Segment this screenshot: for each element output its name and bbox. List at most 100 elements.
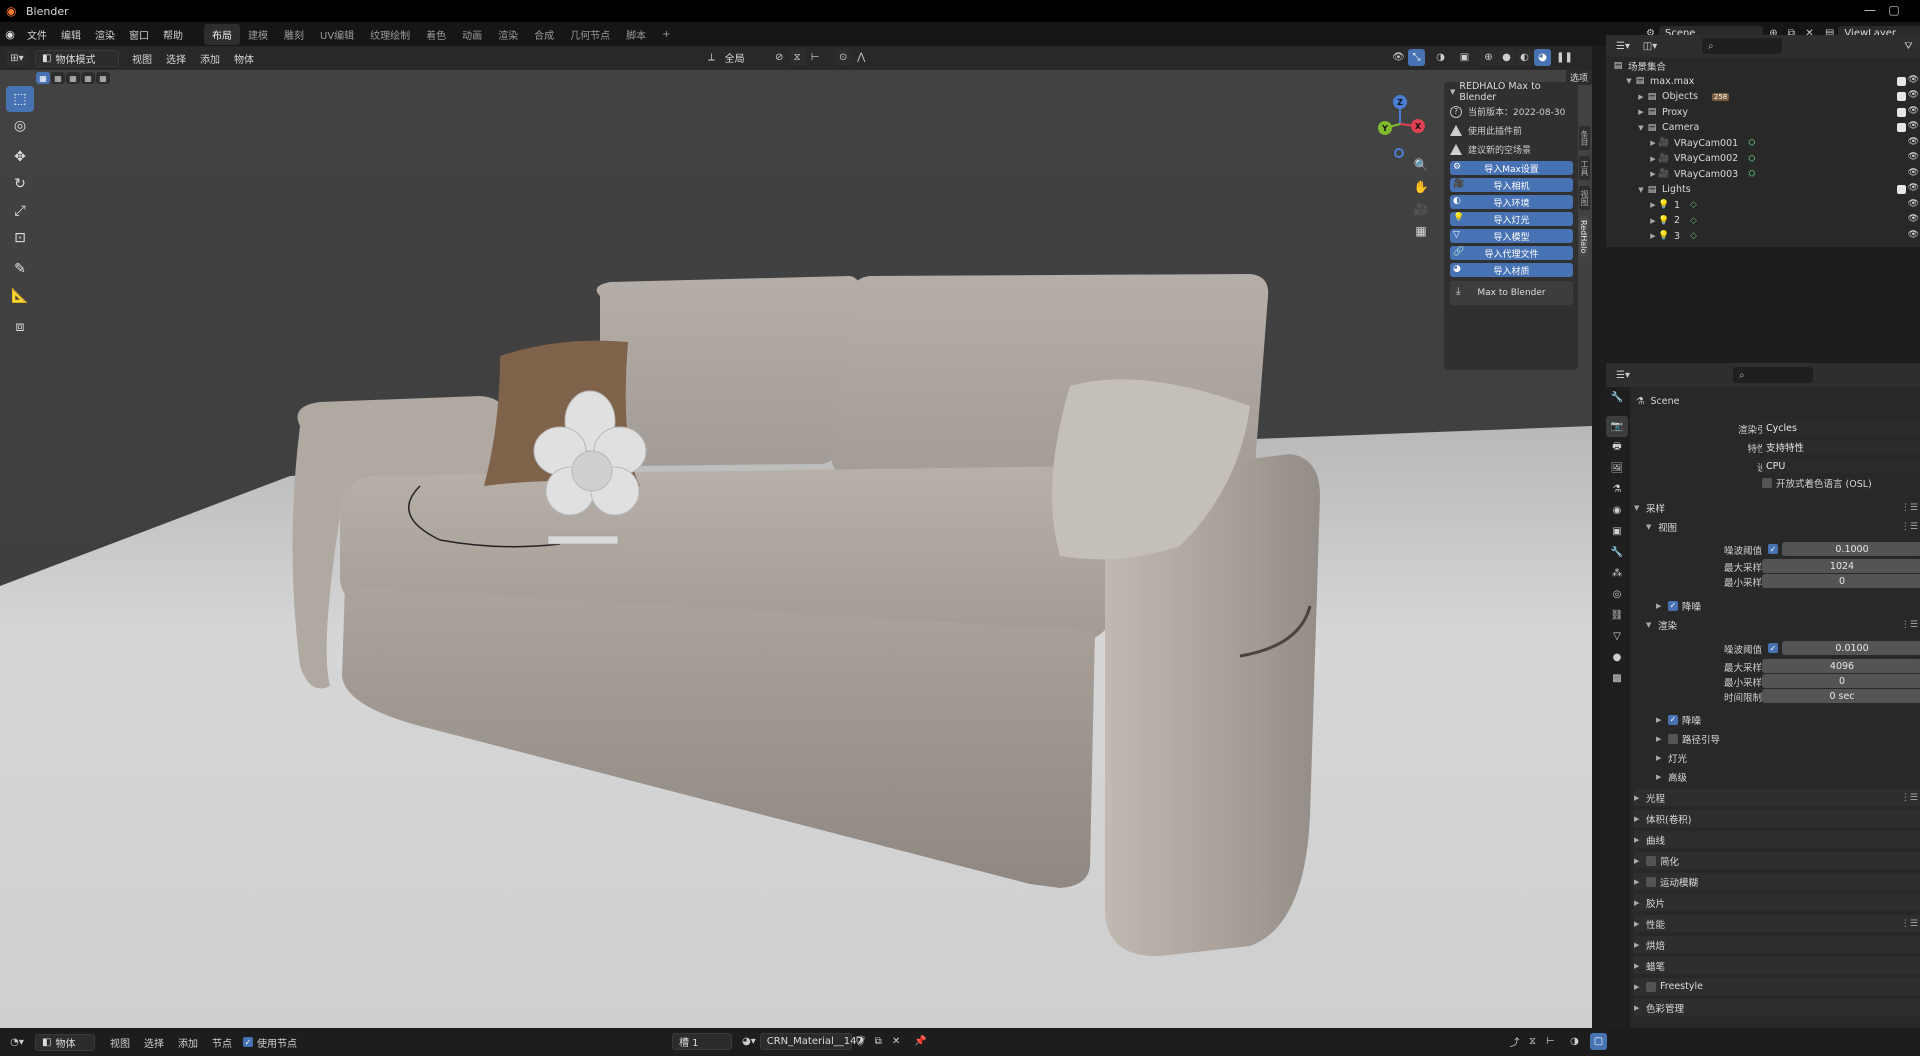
proportional-edit-icon[interactable]: ⊙	[834, 49, 852, 66]
eye-icon[interactable]: 👁	[1908, 168, 1919, 178]
unlink-material-icon[interactable]: ✕	[888, 1033, 905, 1050]
gizmo-neg-z[interactable]	[1394, 148, 1404, 158]
rendered-shading-icon[interactable]: ◕	[1534, 49, 1551, 66]
duplicate-material-icon[interactable]: ⧉	[870, 1033, 887, 1050]
tab-shading[interactable]: 着色	[418, 24, 454, 45]
add-cube-tool-icon[interactable]: ⧈	[6, 314, 34, 340]
particles-tab-icon[interactable]: ⁂	[1606, 563, 1628, 584]
falloff-icon[interactable]: ⋀	[853, 49, 870, 66]
data-tab-icon[interactable]: ▽	[1606, 626, 1628, 647]
render-min-samples-field[interactable]: 0	[1762, 674, 1920, 688]
viewport-min-samples-field[interactable]: 0	[1762, 574, 1920, 588]
annotate-tool-icon[interactable]: ✎	[6, 256, 34, 282]
expand-arrow-icon[interactable]: ▶	[1636, 93, 1646, 101]
expand-arrow-icon[interactable]: ▶	[1648, 170, 1658, 178]
menu-select[interactable]: 选择	[137, 1035, 171, 1050]
section-light-paths[interactable]: ▶ 光程	[1634, 789, 1920, 806]
object-type-selector[interactable]: ◧ 物体	[35, 1033, 95, 1051]
expand-arrow-icon[interactable]: ▶	[1648, 232, 1658, 240]
tab-animation[interactable]: 动画	[454, 24, 490, 45]
section-film[interactable]: ▶ 胶片	[1634, 894, 1920, 911]
section-lights[interactable]: ▶ 灯光	[1656, 749, 1687, 766]
tab-tool[interactable]: 工具	[1579, 156, 1590, 180]
cursor-tool-icon[interactable]: ◎	[6, 113, 34, 139]
section-bake[interactable]: ▶ 烘焙	[1634, 936, 1920, 953]
section-path-guiding[interactable]: ▶ 路径引导	[1656, 730, 1720, 747]
expand-arrow-icon[interactable]: ▶	[1648, 217, 1658, 225]
redhalo-panel-header[interactable]: ▼ REDHALO Max to Blender	[1444, 81, 1578, 103]
minimize-icon[interactable]: —	[1862, 3, 1878, 17]
menu-file[interactable]: 文件	[20, 27, 54, 42]
eye-icon[interactable]: 👁	[1908, 121, 1919, 131]
import-proxy-button[interactable]: 🔗 导入代理文件	[1450, 246, 1573, 260]
menu-node[interactable]: 节点	[205, 1035, 239, 1050]
max-to-blender-button[interactable]: ⤓ Max to Blender	[1450, 281, 1573, 305]
eye-icon[interactable]: 👁	[1908, 214, 1919, 224]
select-box-tool-icon[interactable]: ⬚	[6, 86, 34, 112]
tab-texture-paint[interactable]: 纹理绘制	[362, 24, 418, 45]
simplify-checkbox[interactable]	[1646, 855, 1656, 866]
parent-node-icon[interactable]: ⤴	[1506, 1033, 1523, 1050]
render-noise-threshold-checkbox[interactable]: ✓	[1768, 643, 1778, 653]
snap-target-icon[interactable]: ⊢	[807, 49, 824, 66]
section-sampling[interactable]: ▼ 采样	[1634, 499, 1665, 516]
eye-icon[interactable]: 👁	[1908, 152, 1919, 162]
fake-user-icon[interactable]: 🛡	[852, 1033, 869, 1050]
tab-scripting[interactable]: 脚本	[618, 24, 654, 45]
rotate-tool-icon[interactable]: ↻	[6, 171, 34, 197]
backdrop-icon[interactable]: ▢	[1590, 1033, 1607, 1050]
pivot-point-icon[interactable]: ⊘	[771, 49, 788, 66]
eye-icon[interactable]: 👁	[1908, 106, 1919, 116]
3d-viewport[interactable]: ⊞▾ ◧ 物体模式 视图 选择 添加 物体 ⟂ 全局 ⊘ ⧖ ⊢ ⊙ ⋀ 👁 ⤡ …	[0, 46, 1592, 1028]
exclude-checkbox[interactable]	[1897, 107, 1906, 117]
render-noise-threshold-field[interactable]: 0.0100	[1782, 641, 1920, 655]
tab-rendering[interactable]: 渲染	[490, 24, 526, 45]
texture-tab-icon[interactable]: ▩	[1606, 668, 1628, 689]
select-subtract-icon[interactable]: ▦	[66, 72, 80, 84]
outliner-row[interactable]: ▼ ▤ Camera 👁	[1606, 120, 1920, 136]
tab-sculpting[interactable]: 雕刻	[276, 24, 312, 45]
tab-layout[interactable]: 布局	[204, 23, 240, 45]
tab-view[interactable]: 视图	[1579, 186, 1590, 210]
blender-menu-icon[interactable]: ◉	[0, 28, 20, 41]
preset-list-icon[interactable]: ⋮☰	[1901, 919, 1918, 929]
section-viewport-denoise[interactable]: ▶ ✓ 降噪	[1656, 597, 1701, 614]
eye-icon[interactable]: 👁	[1908, 199, 1919, 209]
section-advanced[interactable]: ▶ 高级	[1656, 768, 1687, 785]
feature-set-dropdown[interactable]: 支持特性	[1762, 440, 1920, 454]
select-intersect-icon[interactable]: ▦	[96, 72, 110, 84]
properties-editor-type-icon[interactable]: ☰▾	[1612, 367, 1634, 384]
import-camera-button[interactable]: 🎥 导入相机	[1450, 178, 1573, 192]
menu-view[interactable]: 视图	[103, 1035, 137, 1050]
tab-modeling[interactable]: 建模	[240, 24, 276, 45]
render-tab-icon[interactable]: 📷	[1606, 416, 1628, 437]
maximize-icon[interactable]: ▢	[1886, 3, 1902, 17]
menu-window[interactable]: 窗口	[122, 27, 156, 42]
material-tab-icon[interactable]: ●	[1606, 647, 1628, 668]
section-render[interactable]: ▼ 渲染	[1646, 616, 1677, 633]
outliner-row[interactable]: ▶ 🎥 VRayCam001 ⛭ 👁	[1606, 136, 1920, 152]
menu-select[interactable]: 选择	[159, 51, 193, 66]
select-new-icon[interactable]: ▦	[36, 72, 50, 84]
object-tab-icon[interactable]: ▣	[1606, 521, 1628, 542]
perspective-grid-icon[interactable]: ▦	[1410, 220, 1432, 242]
add-workspace-button[interactable]: +	[654, 26, 678, 43]
denoise-checkbox[interactable]: ✓	[1668, 600, 1678, 611]
section-volumes[interactable]: ▶ 体积(卷积)	[1634, 810, 1920, 827]
outliner-row[interactable]: ▼ ▤ Lights 👁	[1606, 182, 1920, 198]
motion-blur-checkbox[interactable]	[1646, 876, 1656, 887]
gizmo-z-axis[interactable]: Z	[1393, 95, 1407, 109]
pan-hand-icon[interactable]: ✋	[1410, 176, 1432, 198]
freestyle-checkbox[interactable]	[1646, 981, 1656, 992]
constraints-tab-icon[interactable]: ⛓	[1606, 605, 1628, 626]
osl-checkbox[interactable]	[1762, 478, 1772, 488]
visibility-icon[interactable]: 👁	[1390, 49, 1407, 66]
exclude-checkbox[interactable]	[1897, 123, 1906, 132]
outliner-row[interactable]: ▶ ▤ Proxy 👁	[1606, 105, 1920, 121]
select-invert-icon[interactable]: ▦	[81, 72, 95, 84]
render-engine-dropdown[interactable]: Cycles	[1762, 421, 1920, 435]
overlay-icon[interactable]: ◑	[1566, 1033, 1583, 1050]
outliner-row[interactable]: ▶ 💡 2 ◇ 👁	[1606, 213, 1920, 229]
eye-icon[interactable]: 👁	[1908, 137, 1919, 147]
render-max-samples-field[interactable]: 4096	[1762, 659, 1920, 673]
